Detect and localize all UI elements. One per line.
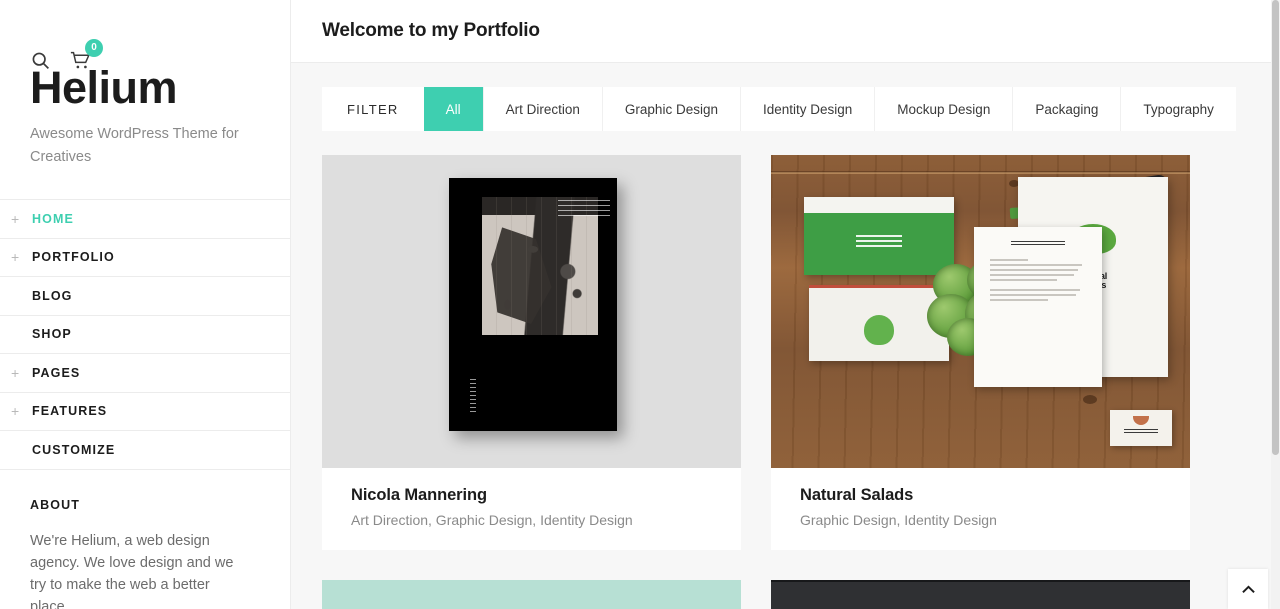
site-brand[interactable]: Helium [30, 64, 260, 112]
filter-tab-identity-design[interactable]: Identity Design [739, 87, 875, 131]
chevron-up-icon [1241, 584, 1255, 593]
portfolio-grid: Nicola Mannering Art Direction, Graphic … [291, 131, 1280, 609]
sidebar-item-label: PAGES [32, 365, 81, 380]
portfolio-filter-bar: FILTER All Art Direction Graphic Design … [322, 87, 1236, 131]
sidebar-item-label: SHOP [32, 327, 72, 342]
sidebar-item-portfolio[interactable]: + PORTFOLIO [0, 239, 290, 278]
portfolio-card-categories: Art Direction, Graphic Design, Identity … [351, 512, 633, 528]
filter-tab-packaging[interactable]: Packaging [1012, 87, 1121, 131]
portfolio-card[interactable] [771, 580, 1190, 609]
dark-artwork [771, 580, 1190, 609]
portfolio-thumbnail[interactable]: naturalsalads [771, 155, 1190, 468]
sidebar-item-features[interactable]: + FEATURES [0, 393, 290, 432]
sidebar-item-home[interactable]: + HOME [0, 200, 290, 239]
sidebar-item-blog[interactable]: BLOG [0, 277, 290, 316]
plus-icon[interactable]: + [11, 404, 32, 418]
sidebar-item-label: HOME [32, 211, 74, 226]
portfolio-card[interactable]: Nicola Mannering Art Direction, Graphic … [322, 155, 741, 550]
cart-count-badge: 0 [85, 39, 103, 57]
filter-tab-typography[interactable]: Typography [1120, 87, 1236, 131]
portfolio-page: 0 Helium Awesome WordPress Theme for Cre… [0, 0, 1280, 609]
scrollbar-thumb[interactable] [1272, 0, 1279, 455]
portfolio-card-body: Nicola Mannering Art Direction, Graphic … [322, 468, 741, 550]
book-cover-artwork [322, 155, 741, 468]
portfolio-card-title[interactable]: Natural Salads [800, 486, 1161, 505]
sidebar-utility-row: 0 [30, 0, 260, 69]
plus-icon[interactable]: + [11, 366, 32, 380]
filter-tab-all[interactable]: All [423, 87, 483, 131]
page-title: Welcome to my Portfolio [322, 20, 540, 41]
filter-tab-mockup-design[interactable]: Mockup Design [874, 87, 1013, 131]
sidebar-item-customize[interactable]: CUSTOMIZE [0, 431, 290, 470]
portfolio-thumbnail[interactable] [771, 580, 1190, 609]
natural-salads-artwork: naturalsalads [771, 155, 1190, 468]
portfolio-card[interactable]: natural salads [771, 155, 1190, 550]
about-widget: ABOUT We're Helium, a web design agency.… [0, 470, 290, 609]
vertical-scrollbar[interactable] [1271, 0, 1280, 609]
portfolio-thumbnail[interactable] [322, 155, 741, 468]
mint-artwork [322, 580, 741, 609]
sidebar-item-label: PORTFOLIO [32, 250, 115, 265]
page-header: Welcome to my Portfolio [291, 0, 1280, 63]
filter-section: FILTER All Art Direction Graphic Design … [291, 63, 1280, 131]
filter-label: FILTER [347, 101, 399, 117]
sidebar-item-label: FEATURES [32, 404, 108, 419]
portfolio-card[interactable] [322, 580, 741, 609]
sidebar: 0 Helium Awesome WordPress Theme for Cre… [0, 0, 291, 609]
search-icon[interactable] [30, 50, 51, 71]
sidebar-item-label: BLOG [32, 288, 73, 303]
about-title: ABOUT [30, 497, 80, 512]
filter-tab-art-direction[interactable]: Art Direction [482, 87, 602, 131]
portfolio-thumbnail[interactable] [322, 580, 741, 609]
cart-icon[interactable]: 0 [69, 39, 103, 71]
scroll-to-top-button[interactable] [1228, 569, 1268, 609]
portfolio-card-title[interactable]: Nicola Mannering [351, 486, 712, 505]
sidebar-item-shop[interactable]: SHOP [0, 316, 290, 355]
sidebar-item-label: CUSTOMIZE [32, 442, 116, 457]
plus-icon[interactable]: + [11, 250, 32, 264]
filter-tab-graphic-design[interactable]: Graphic Design [601, 87, 740, 131]
sidebar-item-pages[interactable]: + PAGES [0, 354, 290, 393]
main-content: Welcome to my Portfolio FILTER All Art D… [291, 0, 1280, 609]
portfolio-card-body: Natural Salads Graphic Design, Identity … [771, 468, 1190, 550]
portfolio-card-categories: Graphic Design, Identity Design [800, 512, 997, 528]
site-tagline: Awesome WordPress Theme for Creatives [30, 126, 239, 165]
about-body: We're Helium, a web design agency. We lo… [30, 532, 234, 609]
plus-icon[interactable]: + [11, 212, 32, 226]
sidebar-nav: + HOME + PORTFOLIO BLOG SHOP + PAGES + F [0, 199, 290, 470]
